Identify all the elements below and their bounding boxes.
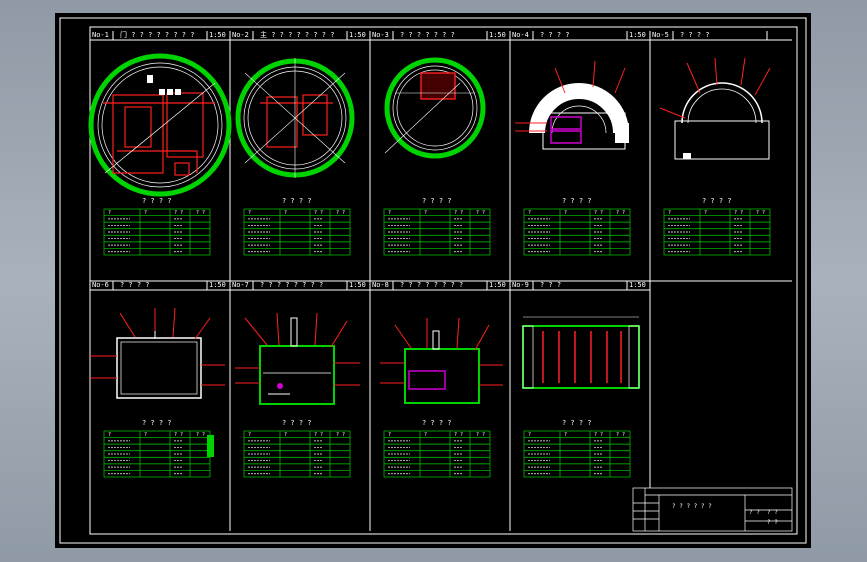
table-title: ? ? ? ? bbox=[422, 197, 452, 205]
panel-number: No-7 bbox=[232, 281, 249, 289]
panel-scale: 1:50 bbox=[629, 31, 646, 39]
panel-title: 门 ? ? ? ? ? ? ? ? bbox=[120, 31, 195, 39]
parts-table bbox=[103, 208, 211, 256]
panel-scale: 1:50 bbox=[349, 31, 366, 39]
panel-number: No-4 bbox=[512, 31, 529, 39]
section-drawing-6 bbox=[90, 307, 225, 399]
panel-number: No-1 bbox=[92, 31, 109, 39]
table-header-cell: ? bbox=[704, 210, 708, 216]
table-header-cell: ? ? bbox=[336, 432, 346, 438]
section-drawing-3 bbox=[384, 57, 486, 159]
green-marker bbox=[207, 435, 214, 457]
table-header-cell: ? bbox=[144, 210, 148, 216]
table-header-cell: ? bbox=[248, 432, 252, 438]
table-header-cell: ? bbox=[564, 432, 568, 438]
titleblock-right-text-3: ? ? bbox=[767, 519, 778, 526]
table-title: ? ? ? ? bbox=[282, 419, 312, 427]
section-drawing-1 bbox=[88, 53, 232, 197]
table-header-cell: ? ? bbox=[336, 210, 346, 216]
table-header-cell: ? ? bbox=[314, 432, 324, 438]
parts-table bbox=[103, 430, 211, 478]
panel-number: No-5 bbox=[652, 31, 669, 39]
table-header-cell: ? bbox=[388, 210, 392, 216]
table-header-cell: ? ? bbox=[196, 210, 206, 216]
panel-scale: 1:50 bbox=[349, 281, 366, 289]
parts-table bbox=[383, 430, 491, 478]
table-header-cell: ? ? bbox=[616, 210, 626, 216]
section-drawing-5 bbox=[659, 57, 771, 160]
section-drawing-2 bbox=[235, 58, 355, 178]
table-title: ? ? ? ? bbox=[702, 197, 732, 205]
panel-number: No-3 bbox=[372, 31, 389, 39]
table-header-cell: ? ? bbox=[454, 210, 464, 216]
table-header-cell: ? bbox=[564, 210, 568, 216]
parts-table bbox=[523, 430, 631, 478]
panel-scale: 1:50 bbox=[489, 281, 506, 289]
table-header-cell: ? bbox=[668, 210, 672, 216]
panel-scale: 1:50 bbox=[209, 31, 226, 39]
table-header-cell: ? ? bbox=[594, 432, 604, 438]
table-header-cell: ? ? bbox=[454, 432, 464, 438]
panel-scale: 1:50 bbox=[629, 281, 646, 289]
titleblock-main-text: ? ? ? ? ? ? bbox=[672, 503, 712, 510]
table-header-cell: ? bbox=[108, 432, 112, 438]
panel-number: No-6 bbox=[92, 281, 109, 289]
table-header-cell: ? bbox=[424, 432, 428, 438]
panel-title: ? ? ? ? ? ? ? bbox=[400, 31, 455, 39]
panel-title: ? ? ? ? bbox=[680, 31, 710, 39]
panel-title: 主 ? ? ? ? ? ? ? ? bbox=[260, 31, 335, 39]
table-header-cell: ? ? bbox=[616, 432, 626, 438]
table-header-cell: ? ? bbox=[174, 210, 184, 216]
parts-table bbox=[243, 208, 351, 256]
panel-title: ? ? ? ? ? ? ? ? bbox=[400, 281, 464, 289]
panel-title: ? ? ? ? bbox=[120, 281, 150, 289]
table-header-cell: ? ? bbox=[174, 432, 184, 438]
titleblock-right-text-1: ? ? bbox=[749, 509, 760, 516]
table-header-cell: ? bbox=[144, 432, 148, 438]
table-header-cell: ? bbox=[528, 432, 532, 438]
panel-title: ? ? ? bbox=[540, 281, 562, 289]
table-header-cell: ? ? bbox=[476, 210, 486, 216]
table-header-cell: ? ? bbox=[756, 210, 766, 216]
table-title: ? ? ? ? bbox=[562, 419, 592, 427]
table-header-cell: ? bbox=[424, 210, 428, 216]
table-header-cell: ? ? bbox=[734, 210, 744, 216]
section-drawing-7 bbox=[235, 312, 360, 405]
section-drawing-8 bbox=[380, 317, 503, 404]
panel-title: ? ? ? ? bbox=[540, 31, 570, 39]
panel-scale: 1:50 bbox=[209, 281, 226, 289]
table-header-cell: ? ? bbox=[594, 210, 604, 216]
table-header-cell: ? bbox=[528, 210, 532, 216]
panel-scale: 1:50 bbox=[489, 31, 506, 39]
section-drawing-4 bbox=[515, 60, 629, 150]
panel-number: No-8 bbox=[372, 281, 389, 289]
parts-table bbox=[383, 208, 491, 256]
table-header-cell: ? ? bbox=[314, 210, 324, 216]
panel-title: ? ? ? ? ? ? ? ? bbox=[260, 281, 324, 289]
titleblock-right-text-2: ? ? bbox=[767, 509, 778, 516]
title-strips bbox=[90, 31, 792, 291]
section-drawing-9 bbox=[522, 316, 640, 389]
panel-number: No-2 bbox=[232, 31, 249, 39]
table-title: ? ? ? ? bbox=[422, 419, 452, 427]
table-header-cell: ? ? bbox=[476, 432, 486, 438]
table-title: ? ? ? ? bbox=[562, 197, 592, 205]
parts-table bbox=[663, 208, 771, 256]
table-header-cell: ? bbox=[284, 210, 288, 216]
parts-table bbox=[243, 430, 351, 478]
drawing-sheet: No-1 门 ? ? ? ? ? ? ? ? 1:50? ? ? ???? ?? ?… bbox=[55, 13, 811, 548]
table-header-cell: ? bbox=[248, 210, 252, 216]
table-title: ? ? ? ? bbox=[142, 419, 172, 427]
parts-table bbox=[523, 208, 631, 256]
table-header-cell: ? bbox=[108, 210, 112, 216]
table-title: ? ? ? ? bbox=[142, 197, 172, 205]
table-header-cell: ? ? bbox=[196, 432, 206, 438]
table-title: ? ? ? ? bbox=[282, 197, 312, 205]
table-header-cell: ? bbox=[388, 432, 392, 438]
panel-number: No-9 bbox=[512, 281, 529, 289]
table-header-cell: ? bbox=[284, 432, 288, 438]
